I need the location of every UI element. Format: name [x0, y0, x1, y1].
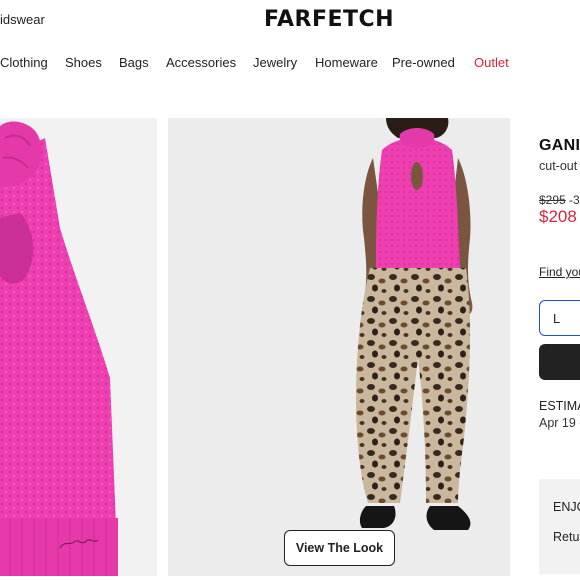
- promo-panel: [539, 479, 580, 574]
- estimated-delivery-label: ESTIMA: [539, 399, 580, 413]
- nav-item-clothing[interactable]: Clothing: [0, 55, 48, 70]
- keyhole-cutout: [411, 162, 423, 190]
- nav-item-bags[interactable]: Bags: [119, 55, 149, 70]
- promo-line-returns[interactable]: Retur: [553, 530, 580, 544]
- view-the-look-button[interactable]: View The Look: [284, 530, 395, 566]
- product-image-model[interactable]: [168, 118, 510, 576]
- nav-item-pre-owned[interactable]: Pre-owned: [392, 55, 455, 70]
- nav-item-outlet[interactable]: Outlet: [474, 55, 509, 70]
- estimated-delivery-date: Apr 19 -: [539, 416, 580, 430]
- price-discount: -3: [569, 193, 580, 207]
- size-guide-link[interactable]: Find you: [539, 265, 580, 279]
- size-select[interactable]: L: [539, 300, 580, 336]
- nav-item-homeware[interactable]: Homeware: [315, 55, 378, 70]
- price-original-row: $295 -3: [539, 193, 580, 207]
- product-brand[interactable]: GANI: [539, 137, 580, 155]
- nav-item-accessories[interactable]: Accessories: [166, 55, 236, 70]
- farfetch-logo[interactable]: FARFETCH: [264, 7, 394, 32]
- nav-item-shoes[interactable]: Shoes: [65, 55, 102, 70]
- header-top-link[interactable]: idswear: [0, 12, 45, 27]
- model-illustration: [356, 118, 473, 530]
- size-select-value: L: [553, 311, 561, 326]
- nav-item-jewelry[interactable]: Jewelry: [253, 55, 297, 70]
- promo-line-enjoy: ENJO: [553, 500, 580, 514]
- add-to-bag-button[interactable]: [539, 344, 580, 380]
- price-original: $295: [539, 193, 566, 207]
- product-image-flat[interactable]: [0, 118, 157, 576]
- price-sale: $208: [539, 207, 577, 226]
- product-description: cut-out: [539, 159, 578, 173]
- knit-top-illustration: [0, 121, 118, 576]
